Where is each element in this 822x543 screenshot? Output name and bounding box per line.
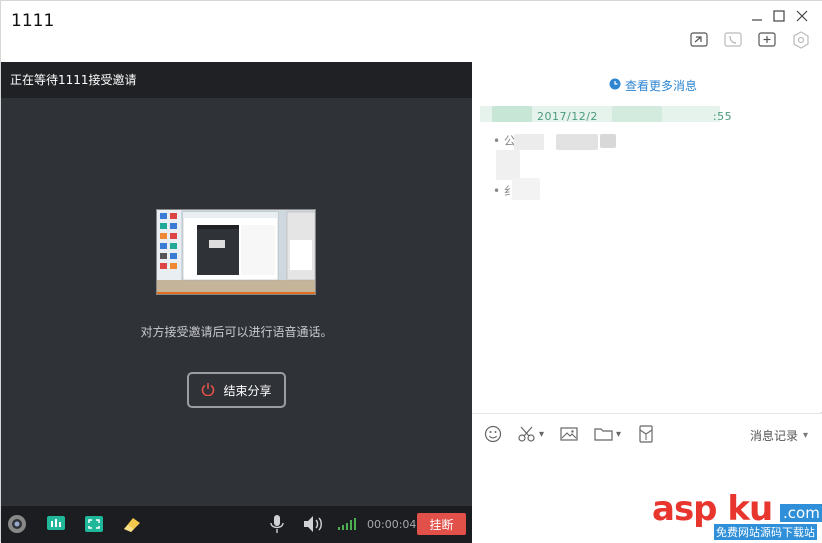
screen-preview-thumbnail [156,209,316,295]
title-bar: 1111 [1,1,822,62]
message-history-button[interactable]: 消息记录 ▾ [750,427,808,444]
end-share-button[interactable]: 结束分享 [187,372,286,408]
more-messages-label: 查看更多消息 [625,79,698,93]
chevron-down-icon: ▾ [616,428,622,440]
microphone-icon[interactable] [267,514,287,534]
settings-hex-icon[interactable] [791,31,811,49]
blurred-block [512,178,540,200]
watermark-subtitle: 免费网站源码下载站 [714,524,817,540]
window-title: 1111 [11,11,55,31]
message-bullet: • 公 [493,134,516,148]
blurred-block [514,134,544,150]
share-hint-text: 对方接受邀请后可以进行语音通话。 [140,325,333,339]
blurred-block [492,106,532,122]
share-status: 正在等待1111接受邀请 [1,62,472,98]
emoji-icon[interactable] [484,424,502,444]
blurred-block [600,134,616,148]
chevron-down-icon: ▾ [539,428,545,440]
image-icon[interactable] [560,424,578,444]
chat-messages: 查看更多消息 2017/12/2:55 • 公 • 纟 [472,62,822,412]
call-timer: 00:00:04 [367,518,417,531]
folder-icon[interactable]: ▾ [594,424,621,444]
eraser-icon[interactable] [121,514,141,534]
watermark-com: .com [780,504,822,522]
fullscreen-icon[interactable] [84,514,104,534]
minimize-icon[interactable] [748,7,766,25]
close-icon[interactable] [793,7,811,25]
red-packet-icon[interactable] [638,424,654,444]
add-chat-icon[interactable] [757,31,777,49]
chat-window: 1111 正在等待1111接受邀请 对方接受邀请后可以进行语音通话。 结束分享 … [0,0,822,543]
blurred-block [556,134,598,150]
screen-share-icon[interactable] [689,31,709,49]
blurred-block [496,150,520,180]
chevron-down-icon: ▾ [803,430,809,441]
screen-share-panel: 正在等待1111接受邀请 对方接受邀请后可以进行语音通话。 结束分享 [1,62,472,506]
scissors-icon[interactable]: ▾ [517,424,544,444]
message-date: 2017/12/2:55 [537,110,733,123]
site-watermark: asp ku .com 免费网站源码下载站 [652,489,822,543]
hangup-button[interactable]: 挂断 [417,513,466,535]
message-history-label: 消息记录 [750,429,799,443]
power-icon [201,382,215,399]
end-share-label: 结束分享 [223,383,272,398]
phone-icon[interactable] [723,31,743,49]
whiteboard-icon[interactable] [46,514,66,534]
call-toolbar: 00:00:04 挂断 [1,506,472,543]
camera-icon[interactable] [7,514,27,534]
watermark-logo: asp ku [652,489,773,529]
maximize-icon[interactable] [770,7,788,25]
clock-icon [609,78,621,93]
speaker-icon[interactable] [302,514,322,534]
signal-strength-icon [337,514,357,534]
more-messages-link[interactable]: 查看更多消息 [609,77,697,94]
